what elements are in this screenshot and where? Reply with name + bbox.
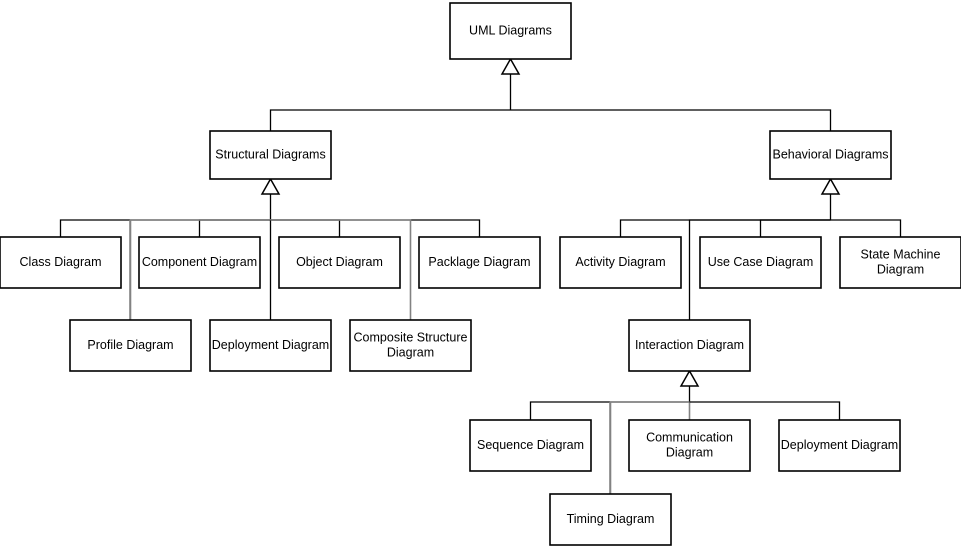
connector-behavioral-to-activity xyxy=(619,219,831,237)
uml-hierarchy-svg: UML Diagrams Structural Diagrams Behaviora… xyxy=(0,2,961,546)
node-label-communication: Diagram xyxy=(666,445,713,459)
connector-interaction-to-deployment2 xyxy=(689,401,841,420)
node-object[interactable]: Object Diagram xyxy=(278,236,401,289)
node-label-deployment: Deployment Diagram xyxy=(212,338,329,352)
node-component[interactable]: Component Diagram xyxy=(138,236,261,289)
node-timing[interactable]: Timing Diagram xyxy=(549,493,672,546)
generalization-arrowhead-behavioral xyxy=(820,177,841,195)
node-label-state: State Machine xyxy=(861,247,941,261)
connector-behavioral-to-state xyxy=(830,219,902,237)
node-deployment2[interactable]: Deployment Diagram xyxy=(778,419,901,472)
node-label-class: Class Diagram xyxy=(20,255,102,269)
node-uml[interactable]: UML Diagrams xyxy=(449,2,572,60)
node-label-component: Component Diagram xyxy=(142,255,257,269)
node-sequence[interactable]: Sequence Diagram xyxy=(469,419,592,472)
node-layer: UML Diagrams Structural Diagrams Behaviora… xyxy=(0,2,961,546)
node-label-composite: Diagram xyxy=(387,345,434,359)
generalization-arrow-layer xyxy=(260,57,841,387)
uml-diagram-canvas: UML Diagrams Structural Diagrams Behaviora… xyxy=(0,0,961,546)
connector-structural-to-class xyxy=(59,219,271,237)
node-label-structural: Structural Diagrams xyxy=(215,147,325,161)
node-label-sequence: Sequence Diagram xyxy=(477,438,584,452)
node-interaction[interactable]: Interaction Diagram xyxy=(628,319,751,372)
connector-structural-to-object xyxy=(270,219,341,237)
node-structural[interactable]: Structural Diagrams xyxy=(209,130,332,180)
node-label-state: Diagram xyxy=(877,262,924,276)
node-label-deployment2: Deployment Diagram xyxy=(781,438,898,452)
node-label-uml: UML Diagrams xyxy=(469,23,552,37)
generalization-arrowhead-uml xyxy=(500,57,521,75)
node-label-object: Object Diagram xyxy=(296,255,383,269)
generalization-arrowhead-interaction xyxy=(679,369,700,387)
node-label-timing: Timing Diagram xyxy=(567,512,655,526)
node-state[interactable]: State MachineDiagram xyxy=(839,236,961,289)
node-communication[interactable]: CommunicationDiagram xyxy=(628,419,751,472)
node-usecase[interactable]: Use Case Diagram xyxy=(699,236,822,289)
node-label-behavioral: Behavioral Diagrams xyxy=(772,147,888,161)
node-label-communication: Communication xyxy=(646,430,733,444)
node-activity[interactable]: Activity Diagram xyxy=(559,236,682,289)
node-label-interaction: Interaction Diagram xyxy=(635,338,744,352)
node-label-usecase: Use Case Diagram xyxy=(708,255,814,269)
connector-structural-to-component xyxy=(198,219,271,237)
node-label-profile: Profile Diagram xyxy=(87,338,173,352)
connector-structural-to-package xyxy=(270,219,481,237)
connector-uml-to-behavioral xyxy=(510,109,832,131)
node-class[interactable]: Class Diagram xyxy=(0,236,122,289)
node-package[interactable]: Packlage Diagram xyxy=(418,236,541,289)
connector-uml-to-structural xyxy=(269,109,511,131)
node-profile[interactable]: Profile Diagram xyxy=(69,319,192,372)
node-label-activity: Activity Diagram xyxy=(575,255,665,269)
node-deployment[interactable]: Deployment Diagram xyxy=(209,319,332,372)
node-label-package: Packlage Diagram xyxy=(428,255,530,269)
generalization-arrowhead-structural xyxy=(260,177,281,195)
node-composite[interactable]: Composite StructureDiagram xyxy=(349,319,472,372)
connector-behavioral-to-usecase xyxy=(759,219,831,237)
node-behavioral[interactable]: Behavioral Diagrams xyxy=(769,130,892,180)
node-label-composite: Composite Structure xyxy=(354,330,468,344)
